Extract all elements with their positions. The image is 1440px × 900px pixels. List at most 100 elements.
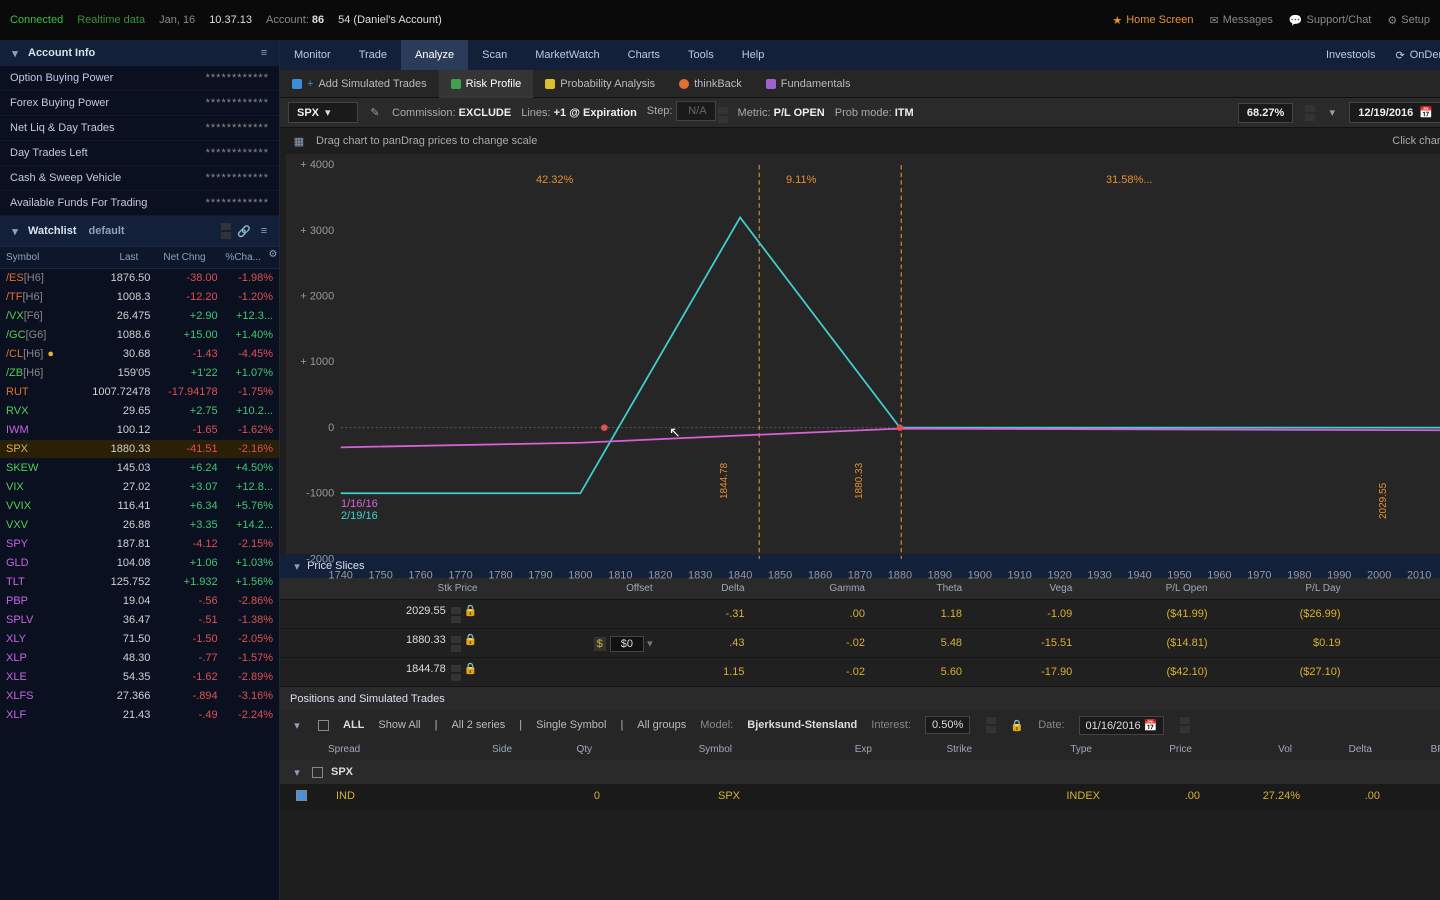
tab-trade[interactable]: Trade bbox=[345, 40, 401, 70]
watchlist-row[interactable]: PBP 19.04 -.56 -2.86% bbox=[0, 592, 279, 611]
account-row[interactable]: Cash & Sweep Vehicle************ bbox=[0, 166, 279, 191]
expiry-date[interactable]: 12/19/2016 📅 bbox=[1349, 102, 1440, 123]
chevron-down-icon[interactable]: ▾ bbox=[290, 718, 304, 732]
watchlist-row[interactable]: RVX 29.65 +2.75 +10.2... bbox=[0, 402, 279, 421]
watchlist-row[interactable]: IWM 100.12 -1.65 -1.62% bbox=[0, 421, 279, 440]
control-bar: SPX ▾ ✎ Commission: EXCLUDE Lines: +1 @ … bbox=[280, 98, 1440, 128]
probability-pct[interactable]: 68.27% bbox=[1238, 103, 1293, 123]
chevron-down-icon: ▾ bbox=[8, 224, 22, 238]
watchlist-columns: Symbol Last Net Chng %Cha... ⚙ bbox=[0, 246, 279, 269]
svg-text:1850: 1850 bbox=[768, 570, 792, 582]
connection-status: Connected bbox=[10, 14, 63, 26]
watchlist-row[interactable]: VXV 26.88 +3.35 +14.2... bbox=[0, 516, 279, 535]
position-checkbox[interactable] bbox=[296, 790, 307, 801]
thinkback-tab[interactable]: thinkBack bbox=[667, 70, 754, 98]
chart-icon: ▦ bbox=[292, 134, 306, 148]
svg-text:1890: 1890 bbox=[928, 570, 952, 582]
mouse-cursor-icon: ↖ bbox=[669, 424, 681, 441]
ondemand-button[interactable]: ⟳OnDemand bbox=[1386, 49, 1440, 62]
account-row[interactable]: Forex Buying Power************ bbox=[0, 91, 279, 116]
price-slice-row[interactable]: 1844.78 🔒 1.15-.025.60-17.90 ($42.10)($2… bbox=[280, 658, 1440, 687]
svg-text:1920: 1920 bbox=[1047, 570, 1071, 582]
lock-icon[interactable]: 🔒 bbox=[1010, 718, 1024, 732]
all-checkbox[interactable] bbox=[318, 720, 329, 731]
investools-link[interactable]: Investools bbox=[1316, 49, 1386, 61]
watchlist-row[interactable]: SKEW 145.03 +6.24 +4.50% bbox=[0, 459, 279, 478]
home-screen-link[interactable]: ★ Home Screen bbox=[1112, 14, 1193, 27]
account-info-header[interactable]: ▾ Account Info ≡ bbox=[0, 40, 279, 66]
positions-date[interactable]: 01/16/2016 📅 bbox=[1079, 716, 1165, 735]
watchlist-row[interactable]: XLF 21.43 -.49 -2.24% bbox=[0, 706, 279, 725]
account-row[interactable]: Available Funds For Trading************ bbox=[0, 191, 279, 216]
price-slice-row[interactable]: 2029.55 🔒 -.31.001.18-1.09 ($41.99)($26.… bbox=[280, 600, 1440, 629]
data-mode: Realtime data bbox=[77, 14, 145, 26]
link-icon[interactable]: 🔗 bbox=[237, 224, 251, 238]
svg-text:1880: 1880 bbox=[888, 570, 912, 582]
watchlist-row[interactable]: XLY 71.50 -1.50 -2.05% bbox=[0, 630, 279, 649]
watchlist-row[interactable]: SPX 1880.33 -41.51 -2.16% bbox=[0, 440, 279, 459]
tab-marketwatch[interactable]: MarketWatch bbox=[521, 40, 613, 70]
tab-monitor[interactable]: Monitor bbox=[280, 40, 345, 70]
symbol-select[interactable]: SPX ▾ bbox=[288, 102, 358, 123]
watchlist-row[interactable]: XLP 48.30 -.77 -1.57% bbox=[0, 649, 279, 668]
menu-icon[interactable]: ≡ bbox=[257, 224, 271, 238]
account-row[interactable]: Day Trades Left************ bbox=[0, 141, 279, 166]
svg-text:2000: 2000 bbox=[1367, 570, 1391, 582]
tab-charts[interactable]: Charts bbox=[614, 40, 674, 70]
watchlist-row[interactable]: TLT 125.752 +1.932 +1.56% bbox=[0, 573, 279, 592]
watchlist-row[interactable]: /VX[F6] 26.475 +2.90 +12.3... bbox=[0, 307, 279, 326]
stepper-icon[interactable] bbox=[221, 222, 231, 240]
position-group[interactable]: ▾ SPX ⚙ bbox=[280, 760, 1440, 784]
tab-scan[interactable]: Scan bbox=[468, 40, 521, 70]
watchlist-row[interactable]: VIX 27.02 +3.07 +12.8... bbox=[0, 478, 279, 497]
svg-text:2010: 2010 bbox=[1407, 570, 1431, 582]
tab-help[interactable]: Help bbox=[728, 40, 779, 70]
watchlist-row[interactable]: /CL[H6]● 30.68 -1.43 -4.45% bbox=[0, 345, 279, 364]
svg-text:1860: 1860 bbox=[808, 570, 832, 582]
account-row[interactable]: Net Liq & Day Trades************ bbox=[0, 116, 279, 141]
top-status-bar: Connected Realtime data Jan, 16 10.37.13… bbox=[0, 0, 1440, 40]
risk-profile-chart[interactable]: -2000-10000+ 1000+ 2000+ 3000+ 400017401… bbox=[286, 154, 1440, 554]
watchlist-row[interactable]: SPY 187.81 -4.12 -2.15% bbox=[0, 535, 279, 554]
watchlist-row[interactable]: XLE 54.35 -1.62 -2.89% bbox=[0, 668, 279, 687]
edit-icon[interactable]: ✎ bbox=[368, 106, 382, 120]
price-slice-row[interactable]: 1880.33 🔒 $$0 ▾.43-.025.48-15.51 ($14.81… bbox=[280, 629, 1440, 658]
watchlist-row[interactable]: /GC[G6] 1088.6 +15.00 +1.40% bbox=[0, 326, 279, 345]
svg-text:0: 0 bbox=[328, 422, 334, 434]
svg-text:1760: 1760 bbox=[408, 570, 432, 582]
risk-profile-tab[interactable]: Risk Profile bbox=[439, 70, 534, 98]
svg-text:1970: 1970 bbox=[1247, 570, 1271, 582]
watchlist-row[interactable]: RUT 1007.72478 -17.94178 -1.75% bbox=[0, 383, 279, 402]
tab-tools[interactable]: Tools bbox=[674, 40, 728, 70]
menu-icon[interactable]: ≡ bbox=[257, 46, 271, 60]
watchlist-row[interactable]: GLD 104.08 +1.06 +1.03% bbox=[0, 554, 279, 573]
fundamentals-tab[interactable]: Fundamentals bbox=[754, 70, 863, 98]
watchlist-row[interactable]: /ZB[H6] 159'05 +1'22 +1.07% bbox=[0, 364, 279, 383]
probability-analysis-tab[interactable]: Probability Analysis bbox=[533, 70, 667, 98]
interest-input[interactable]: 0.50% bbox=[925, 716, 970, 734]
watchlist-row[interactable]: SPLV 36.47 -.51 -1.38% bbox=[0, 611, 279, 630]
chart-legend: 1/16/16 2/19/16 bbox=[341, 498, 378, 522]
positions-header[interactable]: Positions and Simulated Trades ▿ ≡ bbox=[280, 687, 1440, 711]
svg-text:1800: 1800 bbox=[568, 570, 592, 582]
step-input[interactable]: N/A bbox=[676, 101, 716, 121]
watchlist-row[interactable]: XLFS 27.366 -.894 -3.16% bbox=[0, 687, 279, 706]
tab-analyze[interactable]: Analyze bbox=[401, 40, 468, 70]
gear-icon[interactable]: ⚙ bbox=[267, 247, 279, 261]
watchlist-row[interactable]: /ES[H6] 1876.50 -38.00 -1.98% bbox=[0, 269, 279, 288]
setup-link[interactable]: ⚙ Setup bbox=[1387, 14, 1430, 27]
add-simulated-trades-tab[interactable]: +Add Simulated Trades bbox=[280, 70, 439, 98]
svg-text:1840: 1840 bbox=[728, 570, 752, 582]
watchlist-header[interactable]: ▾ Watchlist default 🔗 ≡ bbox=[0, 216, 279, 246]
support-link[interactable]: 💬 Support/Chat bbox=[1289, 14, 1372, 27]
svg-text:1750: 1750 bbox=[368, 570, 392, 582]
watchlist-row[interactable]: VVIX 116.41 +6.34 +5.76% bbox=[0, 497, 279, 516]
svg-text:1940: 1940 bbox=[1127, 570, 1151, 582]
svg-text:1980: 1980 bbox=[1287, 570, 1311, 582]
svg-text:1950: 1950 bbox=[1167, 570, 1191, 582]
messages-link[interactable]: ✉ Messages bbox=[1209, 14, 1272, 27]
watchlist-row[interactable]: /TF[H6] 1008.3 -12.20 -1.20% bbox=[0, 288, 279, 307]
symbol-checkbox[interactable] bbox=[312, 767, 323, 778]
account-row[interactable]: Option Buying Power************ bbox=[0, 66, 279, 91]
refresh-icon: ⟳ bbox=[1396, 49, 1405, 62]
